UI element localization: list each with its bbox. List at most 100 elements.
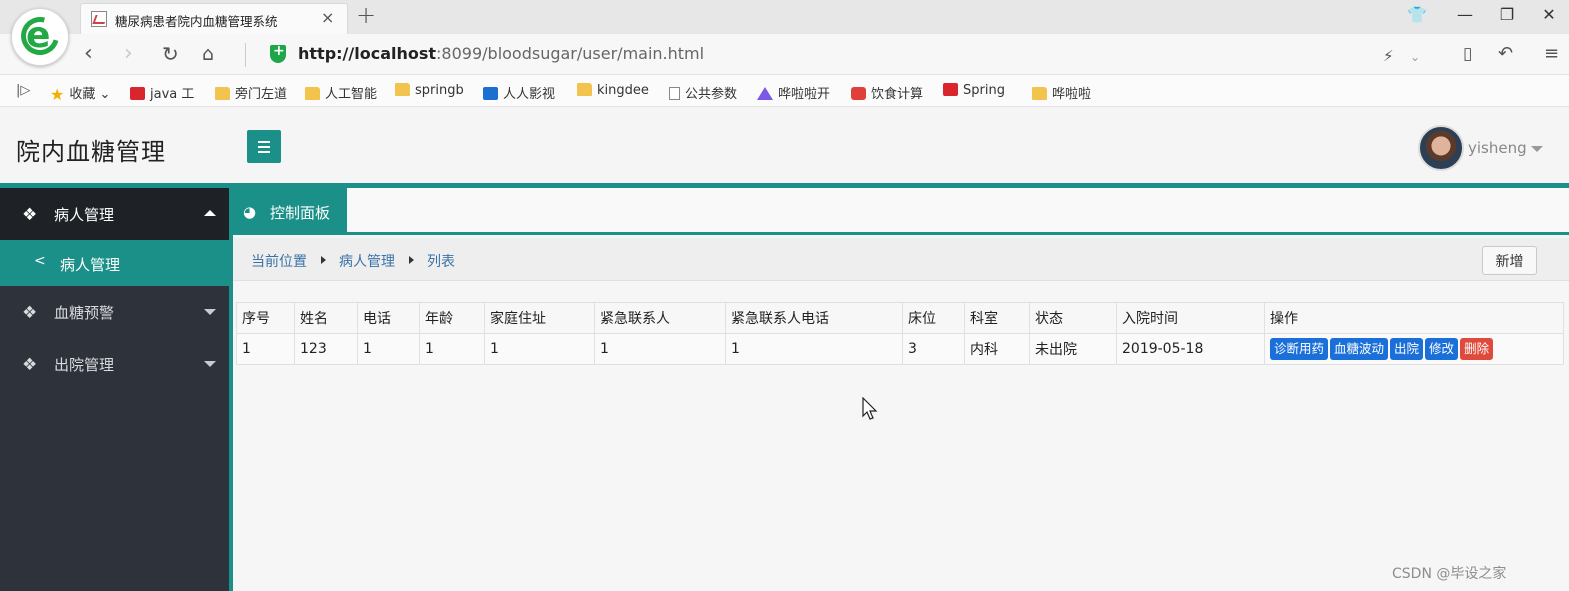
restore-icon[interactable]: ❐: [1497, 5, 1517, 24]
delete-button[interactable]: 删除: [1460, 338, 1494, 360]
patient-table: 序号 姓名 电话 年龄 家庭住址 紧急联系人 紧急联系人电话 床位 科室 状态 …: [236, 302, 1564, 365]
close-window-icon[interactable]: ✕: [1539, 5, 1559, 24]
folder-icon: [215, 87, 230, 100]
folder-icon: [395, 83, 410, 96]
home-icon[interactable]: ⌂: [202, 40, 214, 68]
watermark: CSDN @毕设之家: [1392, 566, 1507, 582]
sidebar-toggle-icon[interactable]: |▷: [16, 83, 30, 98]
table-cell: 3: [902, 333, 965, 365]
security-shield-icon[interactable]: [270, 43, 286, 63]
browser-tab[interactable]: 糖尿病患者院内血糖管理系统 ×: [80, 3, 348, 34]
diagnosis-medication-button[interactable]: 诊断用药: [1270, 338, 1329, 360]
star-icon: ★: [50, 85, 65, 104]
close-tab-icon[interactable]: ×: [321, 8, 334, 27]
bookmark-item[interactable]: kingdee: [577, 83, 649, 98]
bookmark-item[interactable]: 人人影视: [483, 83, 555, 102]
column-header: 紧急联系人电话: [725, 302, 903, 334]
column-header: 操作: [1264, 302, 1564, 334]
skin-icon[interactable]: 👕: [1407, 5, 1427, 24]
column-header: 入院时间: [1116, 302, 1265, 334]
menu-toggle-button[interactable]: [247, 130, 281, 163]
add-button[interactable]: 新增: [1482, 246, 1537, 275]
sidebar-subitem-patients[interactable]: < 病人管理: [0, 240, 229, 286]
page-icon: [669, 87, 680, 100]
column-header: 电话: [357, 302, 420, 334]
forward-icon[interactable]: ›: [124, 40, 133, 68]
cup-icon: [851, 87, 866, 100]
browser-tab-title: 糖尿病患者院内血糖管理系统: [115, 14, 278, 29]
undo-icon[interactable]: ↶: [1498, 40, 1513, 68]
column-header: 姓名: [294, 302, 358, 334]
table-cell: 2019-05-18: [1116, 333, 1265, 365]
refresh-icon[interactable]: ↻: [162, 40, 179, 68]
sidebar-item-glucose-warning[interactable]: ❖ 血糖预警: [0, 286, 229, 338]
cubes-icon: ❖: [22, 205, 38, 225]
page-favicon-icon: [91, 11, 107, 27]
share-icon: <: [34, 253, 46, 269]
avatar[interactable]: [1418, 125, 1464, 171]
bookmark-item[interactable]: 哗啦啦: [1032, 83, 1091, 102]
column-header: 家庭住址: [484, 302, 595, 334]
bookmark-item[interactable]: java 工: [130, 83, 194, 102]
bookmark-item[interactable]: Spring: [943, 83, 1005, 98]
cubes-icon: ❖: [22, 303, 38, 323]
bookmark-item[interactable]: 公共参数: [669, 83, 737, 102]
back-icon[interactable]: ‹: [84, 40, 93, 68]
discharge-button[interactable]: 出院: [1390, 338, 1424, 360]
tab-dashboard[interactable]: ◕ 控制面板: [233, 188, 347, 235]
sidebar: ❖ 病人管理 < 病人管理 ❖ 血糖预警 ❖ 出院管理: [0, 188, 229, 591]
csdn-icon: [130, 87, 145, 100]
phone-icon[interactable]: ▯: [1463, 40, 1472, 68]
user-name[interactable]: yisheng: [1468, 139, 1527, 157]
address-bar[interactable]: http://localhost:8099/bloodsugar/user/ma…: [298, 44, 704, 63]
bookmark-item[interactable]: 人工智能: [305, 83, 377, 102]
edit-button[interactable]: 修改: [1425, 338, 1459, 360]
table-cell: 1: [484, 333, 595, 365]
breadcrumb-list[interactable]: 列表: [427, 251, 455, 271]
bookmark-item[interactable]: ★ 收藏 ⌄: [50, 83, 110, 104]
sidebar-item-discharge[interactable]: ❖ 出院管理: [0, 338, 229, 390]
caret-down-icon: [204, 309, 216, 315]
speed-mode-icon[interactable]: ⚡: [1383, 42, 1394, 70]
table-cell: 1: [594, 333, 726, 365]
glucose-fluctuation-button[interactable]: 血糖波动: [1330, 338, 1389, 360]
bookmark-item[interactable]: springb: [395, 83, 464, 98]
breadcrumb-patient-management[interactable]: 病人管理: [339, 251, 395, 271]
caret-down-icon: [204, 361, 216, 367]
sidebar-item-patients[interactable]: ❖ 病人管理: [0, 188, 229, 240]
bookmarks-bar: |▷ ★ 收藏 ⌄ java 工 旁门左道 人工智能 springb 人人影视 k…: [0, 75, 1569, 107]
new-tab-button[interactable]: +: [356, 1, 376, 29]
table-header-row: 序号 姓名 电话 年龄 家庭住址 紧急联系人 紧急联系人电话 床位 科室 状态 …: [236, 302, 1564, 334]
column-header: 序号: [236, 302, 295, 334]
breadcrumb-current-location[interactable]: 当前位置: [251, 251, 307, 271]
menu-icon[interactable]: ≡: [1544, 40, 1559, 68]
minimize-icon[interactable]: —: [1455, 5, 1475, 24]
dashboard-icon: ◕: [243, 203, 257, 221]
table-cell: 内科: [964, 333, 1030, 365]
browser-logo-icon[interactable]: e: [11, 8, 69, 66]
hamburger-icon: [258, 141, 270, 143]
app-header: 院内血糖管理 yisheng: [0, 108, 1569, 183]
table-row: 1 123 1 1 1 1 1 3 内科 未出院 2019-05-18 诊断用药…: [236, 333, 1564, 365]
folder-icon: [577, 83, 592, 96]
folder-icon: [305, 87, 320, 100]
table-cell: 1: [236, 333, 295, 365]
bookmark-item[interactable]: 哗啦啦开: [757, 83, 830, 102]
bookmark-item[interactable]: 旁门左道: [215, 83, 287, 102]
cubes-icon: ❖: [22, 355, 38, 375]
chevron-down-icon[interactable]: ⌄: [1410, 43, 1420, 71]
caret-right-icon: [321, 256, 326, 264]
column-header: 紧急联系人: [594, 302, 726, 334]
user-menu-caret-icon[interactable]: [1531, 146, 1543, 152]
column-header: 年龄: [419, 302, 485, 334]
main-content: 当前位置 病人管理 列表 新增 序号 姓名 电话 年龄 家庭住址 紧急联系人 紧…: [233, 238, 1569, 591]
actions-cell: 诊断用药 血糖波动 出院 修改 删除: [1264, 333, 1564, 365]
breadcrumb: 当前位置 病人管理 列表 新增: [233, 238, 1569, 281]
csdn-icon: [943, 83, 958, 96]
folder-icon: [1032, 87, 1047, 100]
table-cell: 1: [725, 333, 903, 365]
bookmark-item[interactable]: 饮食计算: [851, 83, 923, 102]
app-title: 院内血糖管理: [16, 138, 166, 166]
table-cell: 1: [357, 333, 420, 365]
caret-right-icon: [409, 256, 414, 264]
